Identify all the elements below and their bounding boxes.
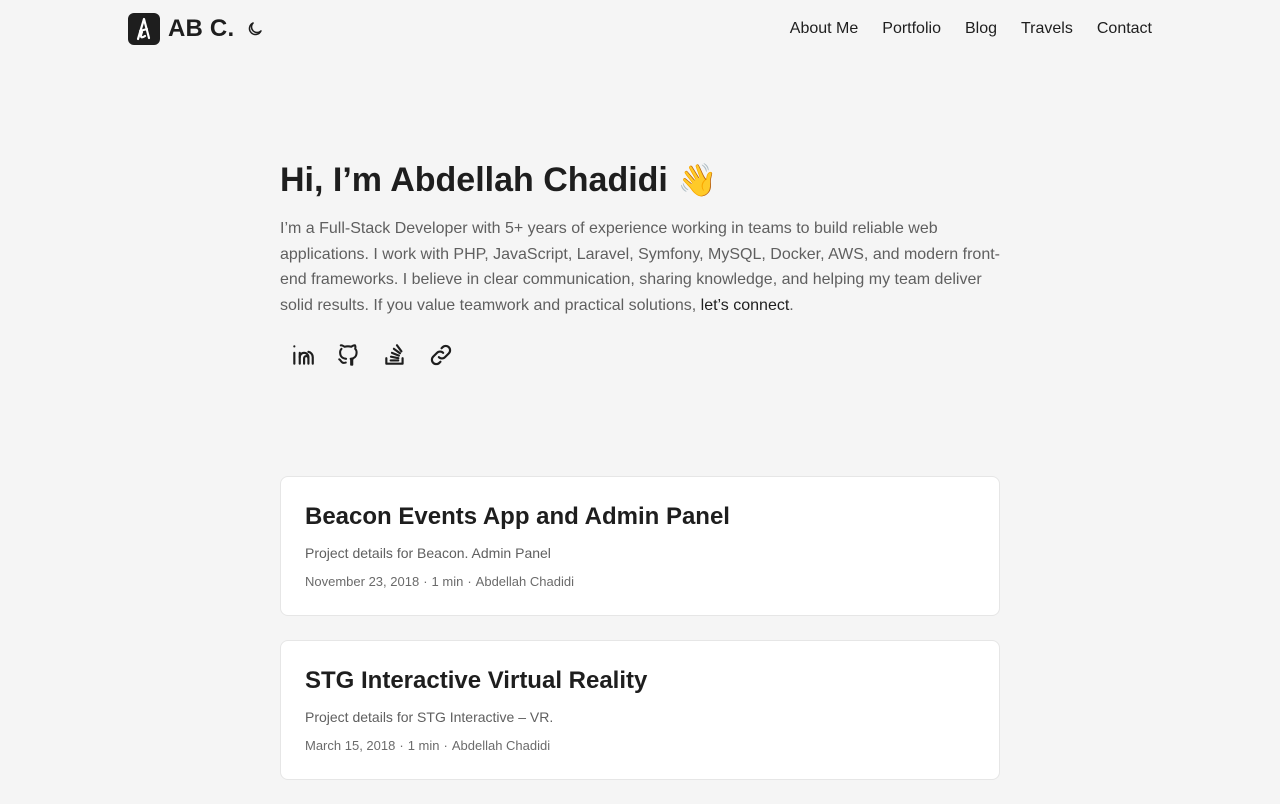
- hero-section: Hi, I’m Abdellah Chadidi 👋 I’m a Full-St…: [280, 158, 1000, 370]
- post-read-time: 1 min: [407, 738, 440, 753]
- nav-blog[interactable]: Blog: [965, 12, 997, 46]
- post-meta: November 23, 2018 · 1 min · Abdellah Chadidi: [305, 572, 975, 592]
- post-date: November 23, 2018: [305, 574, 420, 589]
- link-icon[interactable]: [426, 340, 456, 370]
- post-read-time: 1 min: [431, 574, 464, 589]
- linkedin-icon[interactable]: [288, 340, 318, 370]
- hero-description-text: I’m a Full-Stack Developer with 5+ years…: [280, 220, 1000, 314]
- meta-separator: ·: [467, 574, 472, 589]
- nav-about-me[interactable]: About Me: [790, 12, 858, 46]
- post-title[interactable]: Beacon Events App and Admin Panel: [305, 501, 975, 533]
- post-meta: March 15, 2018 · 1 min · Abdellah Chadidi: [305, 736, 975, 756]
- post-author: Abdellah Chadidi: [475, 574, 574, 589]
- meta-separator: ·: [423, 574, 428, 589]
- main-nav: About Me Portfolio Blog Travels Contact: [766, 12, 1152, 46]
- post-summary: Project details for Beacon. Admin Panel: [305, 545, 551, 561]
- nav-travels[interactable]: Travels: [1021, 12, 1073, 46]
- nav-portfolio[interactable]: Portfolio: [882, 12, 941, 46]
- hero-title-text: Hi, I’m Abdellah Chadidi: [280, 161, 668, 199]
- social-links: [288, 340, 1000, 370]
- nav-contact[interactable]: Contact: [1097, 12, 1152, 46]
- post-card[interactable]: Beacon Events App and Admin Panel Projec…: [280, 476, 1000, 616]
- hero-description-end: .: [789, 296, 794, 314]
- waving-hand-icon: 👋: [677, 162, 718, 198]
- stackoverflow-icon[interactable]: [380, 340, 410, 370]
- connect-link[interactable]: let’s connect: [701, 297, 790, 314]
- post-date: March 15, 2018: [305, 738, 396, 753]
- brand: AB C.: [128, 13, 266, 45]
- github-icon[interactable]: [334, 340, 364, 370]
- meta-separator: ·: [443, 738, 448, 753]
- post-list: Beacon Events App and Admin Panel Projec…: [280, 476, 1000, 804]
- post-author: Abdellah Chadidi: [451, 738, 551, 753]
- post-summary: Project details for STG Interactive – VR…: [305, 709, 554, 725]
- moon-icon[interactable]: [244, 18, 266, 40]
- hero-title: Hi, I’m Abdellah Chadidi 👋: [280, 158, 1000, 202]
- post-title[interactable]: STG Interactive Virtual Reality: [305, 665, 975, 697]
- signature-logo-icon[interactable]: [128, 13, 160, 45]
- brand-name[interactable]: AB C.: [168, 15, 234, 43]
- hero-description: I’m a Full-Stack Developer with 5+ years…: [280, 216, 1000, 318]
- site-header: AB C. About Me Portfolio Blog Travels Co…: [128, 12, 1152, 46]
- post-card[interactable]: STG Interactive Virtual Reality Project …: [280, 640, 1000, 780]
- meta-separator: ·: [399, 738, 404, 753]
